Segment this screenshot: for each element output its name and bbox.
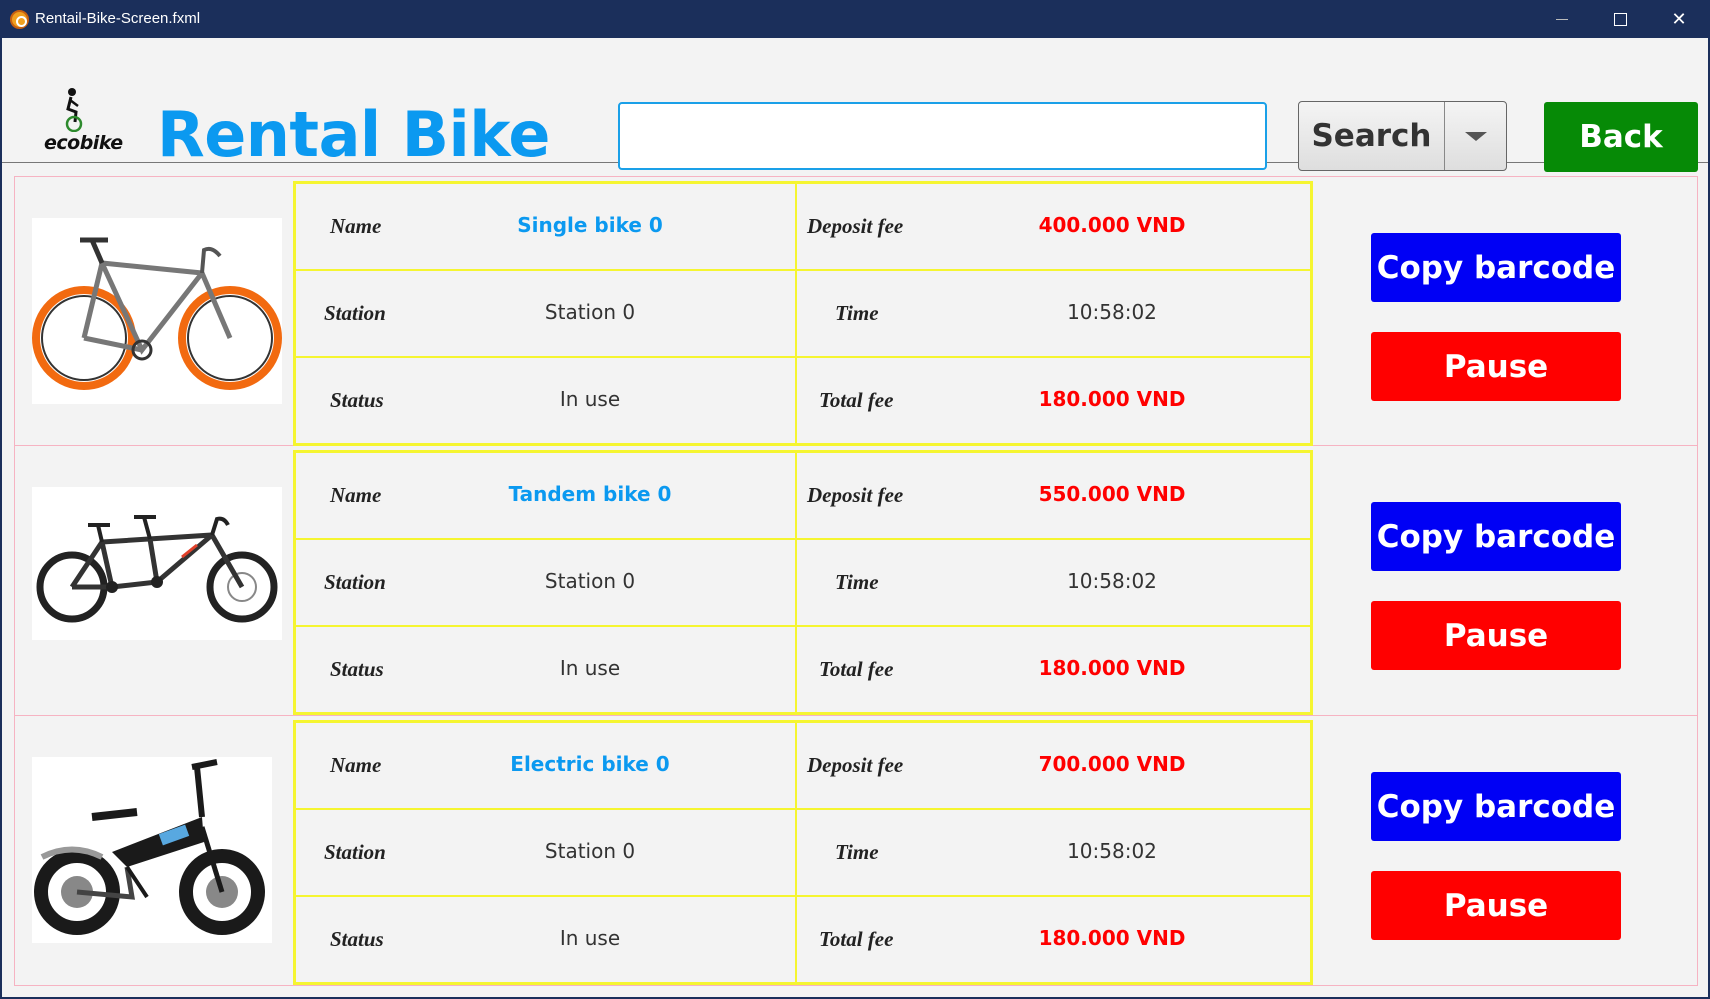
page-title: Rental Bike	[157, 98, 550, 171]
total-value: 180.000 VND	[1038, 926, 1186, 950]
deposit-value: 550.000 VND	[1038, 482, 1186, 506]
total-label: Total fee	[819, 657, 894, 681]
electric-bike-icon	[32, 757, 272, 943]
time-cell: Time 10:58:02	[796, 809, 1311, 896]
deposit-cell: Deposit fee 700.000 VND	[796, 722, 1311, 809]
station-label: Station	[324, 570, 386, 594]
copy-barcode-button[interactable]: Copy barcode	[1371, 772, 1621, 841]
search-split-button[interactable]: Search	[1298, 101, 1507, 171]
status-value: In use	[559, 926, 621, 950]
maximize-button[interactable]	[1591, 0, 1649, 38]
title-bar: Rentail-Bike-Screen.fxml ✕	[0, 0, 1710, 38]
time-label: Time	[835, 840, 879, 864]
status-value: In use	[559, 387, 621, 411]
deposit-cell: Deposit fee 550.000 VND	[796, 452, 1311, 539]
bike-row: Name Single bike 0 Deposit fee 400.000 V…	[14, 176, 1698, 446]
total-value: 180.000 VND	[1038, 387, 1186, 411]
bike-list: Name Single bike 0 Deposit fee 400.000 V…	[14, 176, 1698, 986]
status-label: Status	[330, 388, 384, 412]
time-label: Time	[835, 301, 879, 325]
tandem-bike-icon	[32, 487, 282, 640]
time-value: 10:58:02	[1067, 839, 1157, 863]
status-value: In use	[559, 656, 621, 680]
window-title: Rentail-Bike-Screen.fxml	[35, 10, 201, 27]
total-cell: Total fee 180.000 VND	[796, 896, 1311, 983]
deposit-value: 400.000 VND	[1038, 213, 1186, 237]
bike-name: Electric bike 0	[510, 752, 670, 776]
copy-barcode-button[interactable]: Copy barcode	[1371, 233, 1621, 302]
bike-name: Tandem bike 0	[508, 482, 672, 506]
search-dropdown-button[interactable]	[1445, 102, 1506, 170]
bike-info-grid: Name Single bike 0 Deposit fee 400.000 V…	[293, 181, 1313, 446]
status-label: Status	[330, 657, 384, 681]
bike-row: Name Electric bike 0 Deposit fee 700.000…	[14, 716, 1698, 986]
chevron-down-icon	[1464, 131, 1487, 141]
maximize-icon	[1613, 12, 1627, 26]
bike-info-grid: Name Tandem bike 0 Deposit fee 550.000 V…	[293, 450, 1313, 715]
station-value: Station 0	[544, 300, 636, 324]
station-label: Station	[324, 301, 386, 325]
pause-button[interactable]: Pause	[1371, 332, 1621, 401]
status-cell: Status In use	[295, 357, 796, 444]
name-cell: Name Tandem bike 0	[295, 452, 796, 539]
name-cell: Name Single bike 0	[295, 183, 796, 270]
deposit-label: Deposit fee	[807, 753, 904, 777]
time-cell: Time 10:58:02	[796, 270, 1311, 357]
status-cell: Status In use	[295, 626, 796, 713]
time-value: 10:58:02	[1067, 569, 1157, 593]
logo-text: ecobike	[44, 132, 123, 154]
time-label: Time	[835, 570, 879, 594]
bike-name: Single bike 0	[517, 213, 663, 237]
deposit-label: Deposit fee	[807, 483, 904, 507]
search-input[interactable]	[618, 102, 1267, 170]
total-cell: Total fee 180.000 VND	[796, 626, 1311, 713]
station-value: Station 0	[544, 839, 636, 863]
close-button[interactable]: ✕	[1650, 0, 1708, 38]
name-label: Name	[330, 753, 382, 777]
station-cell: Station Station 0	[295, 809, 796, 896]
station-cell: Station Station 0	[295, 539, 796, 626]
total-cell: Total fee 180.000 VND	[796, 357, 1311, 444]
station-label: Station	[324, 840, 386, 864]
pause-button[interactable]: Pause	[1371, 601, 1621, 670]
time-value: 10:58:02	[1067, 300, 1157, 324]
total-label: Total fee	[819, 927, 894, 951]
minimize-button[interactable]	[1533, 0, 1591, 38]
close-icon: ✕	[1671, 8, 1687, 29]
name-label: Name	[330, 214, 382, 238]
pause-button[interactable]: Pause	[1371, 871, 1621, 940]
header: ecobike Rental Bike Search Back	[2, 38, 1708, 172]
deposit-label: Deposit fee	[807, 214, 904, 238]
name-cell: Name Electric bike 0	[295, 722, 796, 809]
time-cell: Time 10:58:02	[796, 539, 1311, 626]
search-button[interactable]: Search	[1299, 102, 1445, 170]
station-cell: Station Station 0	[295, 270, 796, 357]
status-cell: Status In use	[295, 896, 796, 983]
copy-barcode-button[interactable]: Copy barcode	[1371, 502, 1621, 571]
bike-row: Name Tandem bike 0 Deposit fee 550.000 V…	[14, 446, 1698, 716]
deposit-cell: Deposit fee 400.000 VND	[796, 183, 1311, 270]
name-label: Name	[330, 483, 382, 507]
station-value: Station 0	[544, 569, 636, 593]
bike-rider-icon	[65, 88, 83, 132]
total-value: 180.000 VND	[1038, 656, 1186, 680]
app-icon	[10, 10, 29, 29]
status-label: Status	[330, 927, 384, 951]
ecobike-logo: ecobike	[44, 82, 123, 154]
single-bike-icon	[32, 218, 282, 404]
total-label: Total fee	[819, 388, 894, 412]
minimize-icon	[1556, 18, 1568, 20]
back-button[interactable]: Back	[1544, 102, 1698, 172]
bike-info-grid: Name Electric bike 0 Deposit fee 700.000…	[293, 720, 1313, 985]
deposit-value: 700.000 VND	[1038, 752, 1186, 776]
